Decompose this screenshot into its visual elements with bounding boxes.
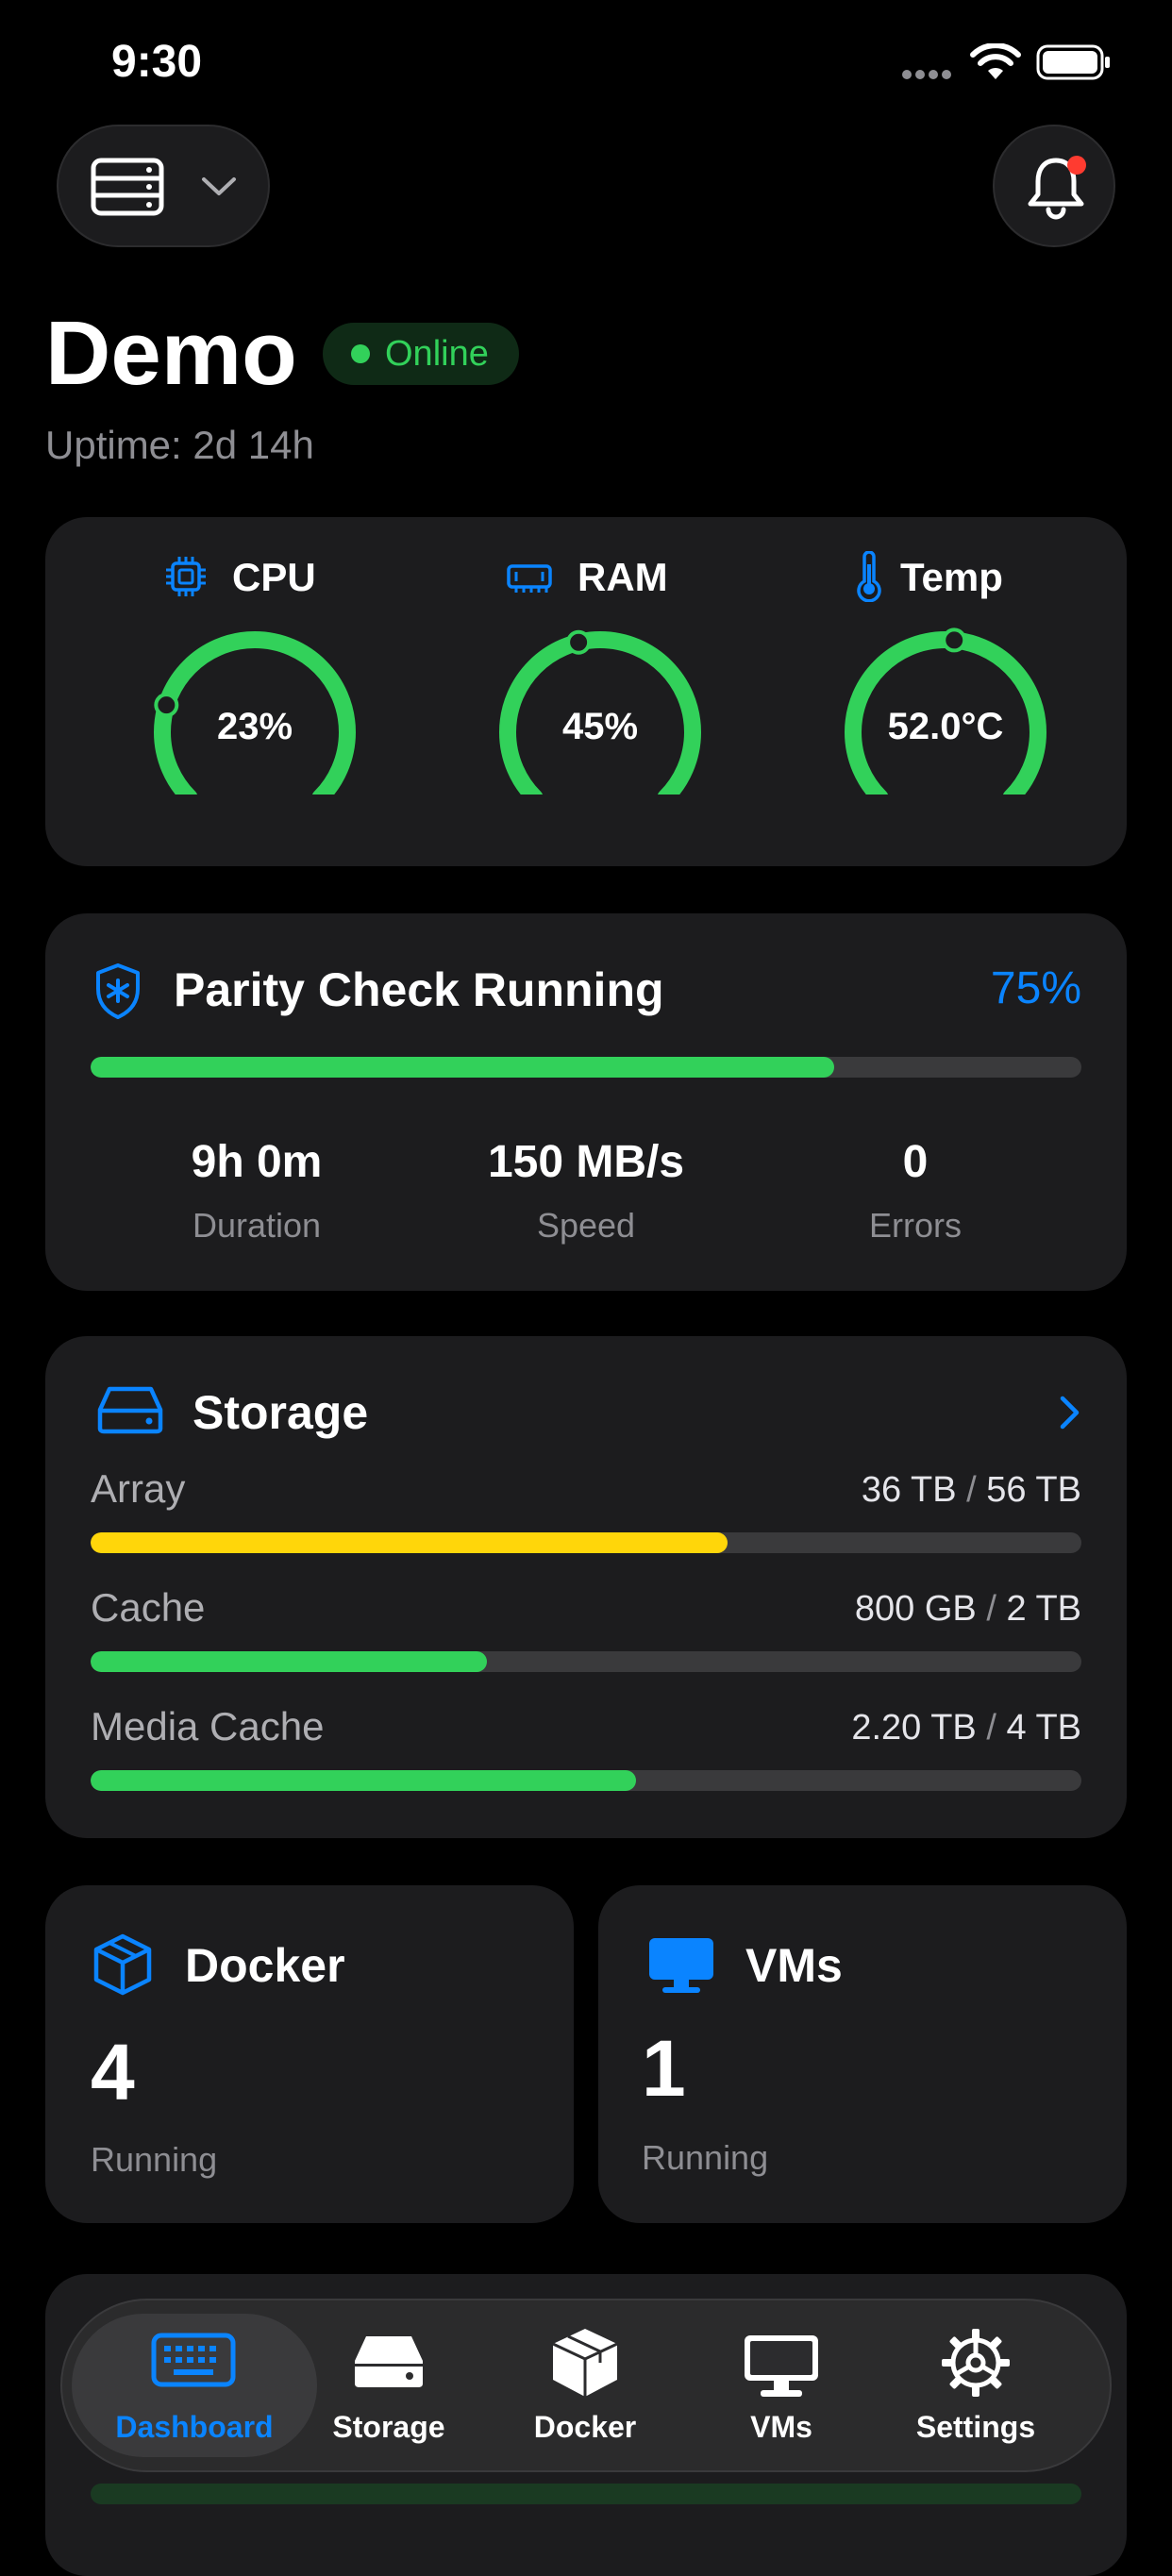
parity-title: Parity Check Running xyxy=(174,963,664,1016)
next-card-progress-bar xyxy=(91,2484,1081,2504)
temp-label: Temp xyxy=(900,555,1003,599)
status-badge: Online xyxy=(323,323,519,385)
status-badge-label: Online xyxy=(385,334,489,374)
cpu-label: CPU xyxy=(232,555,316,599)
memory-icon xyxy=(506,560,553,599)
tab-dashboard-label: Dashboard xyxy=(115,2410,274,2444)
storage-media-cache-bar xyxy=(91,1770,1081,1791)
storage-cache-bar xyxy=(91,1651,1081,1672)
parity-duration-value: 9h 0m xyxy=(191,1137,323,1187)
storage-cache-usage: 800 GB / 2 TB xyxy=(855,1589,1081,1630)
parity-speed-value: 150 MB/s xyxy=(487,1137,685,1187)
docker-card[interactable]: Docker 4 Running xyxy=(45,1885,574,2223)
vms-card[interactable]: VMs 1 Running xyxy=(598,1885,1127,2223)
vms-count: 1 xyxy=(642,2024,686,2113)
storage-array-usage: 36 TB / 56 TB xyxy=(862,1470,1081,1511)
storage-card[interactable]: Storage Array 36 TB / 56 TB Cache 800 GB… xyxy=(45,1336,1127,1838)
shield-icon xyxy=(94,962,142,1024)
drive-icon xyxy=(355,2336,423,2387)
storage-media-cache-label: Media Cache xyxy=(91,1704,325,1748)
gauge-knob xyxy=(566,629,592,655)
box-icon xyxy=(92,1932,153,2001)
parity-duration-label: Duration xyxy=(192,1206,322,1245)
temp-value: 52.0°C xyxy=(887,706,1004,747)
uptime-text: Uptime: 2d 14h xyxy=(45,423,314,467)
usage-separator: / xyxy=(986,1589,996,1629)
cpu-icon xyxy=(164,555,208,603)
box-icon xyxy=(552,2329,618,2397)
tab-vms-label: VMs xyxy=(750,2410,812,2444)
docker-title: Docker xyxy=(185,1939,345,1992)
bell-icon xyxy=(1028,156,1086,220)
server-picker-button[interactable] xyxy=(57,125,270,247)
tab-storage-label: Storage xyxy=(332,2410,445,2444)
storage-array-bar xyxy=(91,1532,1081,1553)
cpu-value: 23% xyxy=(216,706,293,747)
array-total: 56 TB xyxy=(986,1470,1081,1510)
status-dot xyxy=(351,344,370,363)
vms-title: VMs xyxy=(745,1939,843,1992)
media-cache-total: 4 TB xyxy=(1006,1708,1081,1748)
tab-docker[interactable]: Docker xyxy=(491,2312,679,2453)
keyboard-icon xyxy=(151,2333,236,2387)
storage-title: Storage xyxy=(193,1386,369,1439)
tab-settings[interactable]: Settings xyxy=(881,2312,1070,2453)
tab-settings-label: Settings xyxy=(915,2410,1036,2444)
status-time: 9:30 xyxy=(111,37,203,87)
cache-used: 800 GB xyxy=(854,1589,977,1629)
monitor-icon xyxy=(647,1936,715,1999)
parity-errors-value: 0 xyxy=(902,1137,929,1187)
chevron-down-icon xyxy=(202,177,236,195)
battery-icon xyxy=(1036,44,1112,85)
docker-count: 4 xyxy=(91,2028,135,2116)
storage-cache-label: Cache xyxy=(91,1585,206,1630)
monitor-icon xyxy=(745,2335,818,2397)
gear-icon xyxy=(942,2329,1010,2397)
storage-media-cache-fill xyxy=(91,1770,636,1791)
wifi-icon xyxy=(970,42,1021,86)
ram-value: 45% xyxy=(561,706,639,747)
media-cache-used: 2.20 TB xyxy=(851,1708,977,1748)
usage-separator: / xyxy=(966,1470,977,1510)
server-icon xyxy=(91,158,164,216)
chevron-right-icon[interactable] xyxy=(1059,1395,1081,1435)
ram-label: RAM xyxy=(578,555,668,599)
notifications-button[interactable] xyxy=(993,125,1115,247)
storage-array-label: Array xyxy=(91,1466,186,1511)
drive-icon xyxy=(96,1385,164,1439)
parity-speed-label: Speed xyxy=(536,1206,636,1245)
thermometer-icon xyxy=(855,550,883,607)
storage-media-cache-usage: 2.20 TB / 4 TB xyxy=(851,1708,1081,1748)
docker-status: Running xyxy=(91,2140,218,2179)
storage-cache-fill xyxy=(91,1651,487,1672)
system-gauges-card: CPU 23% RAM 45% Temp 52.0°C xyxy=(45,517,1127,866)
server-name: Demo xyxy=(45,303,297,404)
usage-separator: / xyxy=(986,1708,996,1748)
cellular-signal-icon xyxy=(901,68,954,86)
tab-storage[interactable]: Storage xyxy=(294,2312,483,2453)
gauge-knob xyxy=(942,627,967,653)
array-used: 36 TB xyxy=(861,1470,957,1510)
tab-docker-label: Docker xyxy=(533,2410,637,2444)
cache-total: 2 TB xyxy=(1006,1589,1081,1629)
tab-vms[interactable]: VMs xyxy=(687,2312,876,2453)
parity-progress-fill xyxy=(91,1057,834,1078)
parity-percent: 75% xyxy=(990,963,1081,1013)
vms-status: Running xyxy=(642,2138,769,2177)
parity-progress-bar xyxy=(91,1057,1081,1078)
parity-check-card[interactable]: Parity Check Running 75% 9h 0m Duration … xyxy=(45,913,1127,1291)
tab-dashboard[interactable]: Dashboard xyxy=(100,2312,289,2453)
storage-array-fill xyxy=(91,1532,728,1553)
parity-errors-label: Errors xyxy=(869,1206,962,1245)
